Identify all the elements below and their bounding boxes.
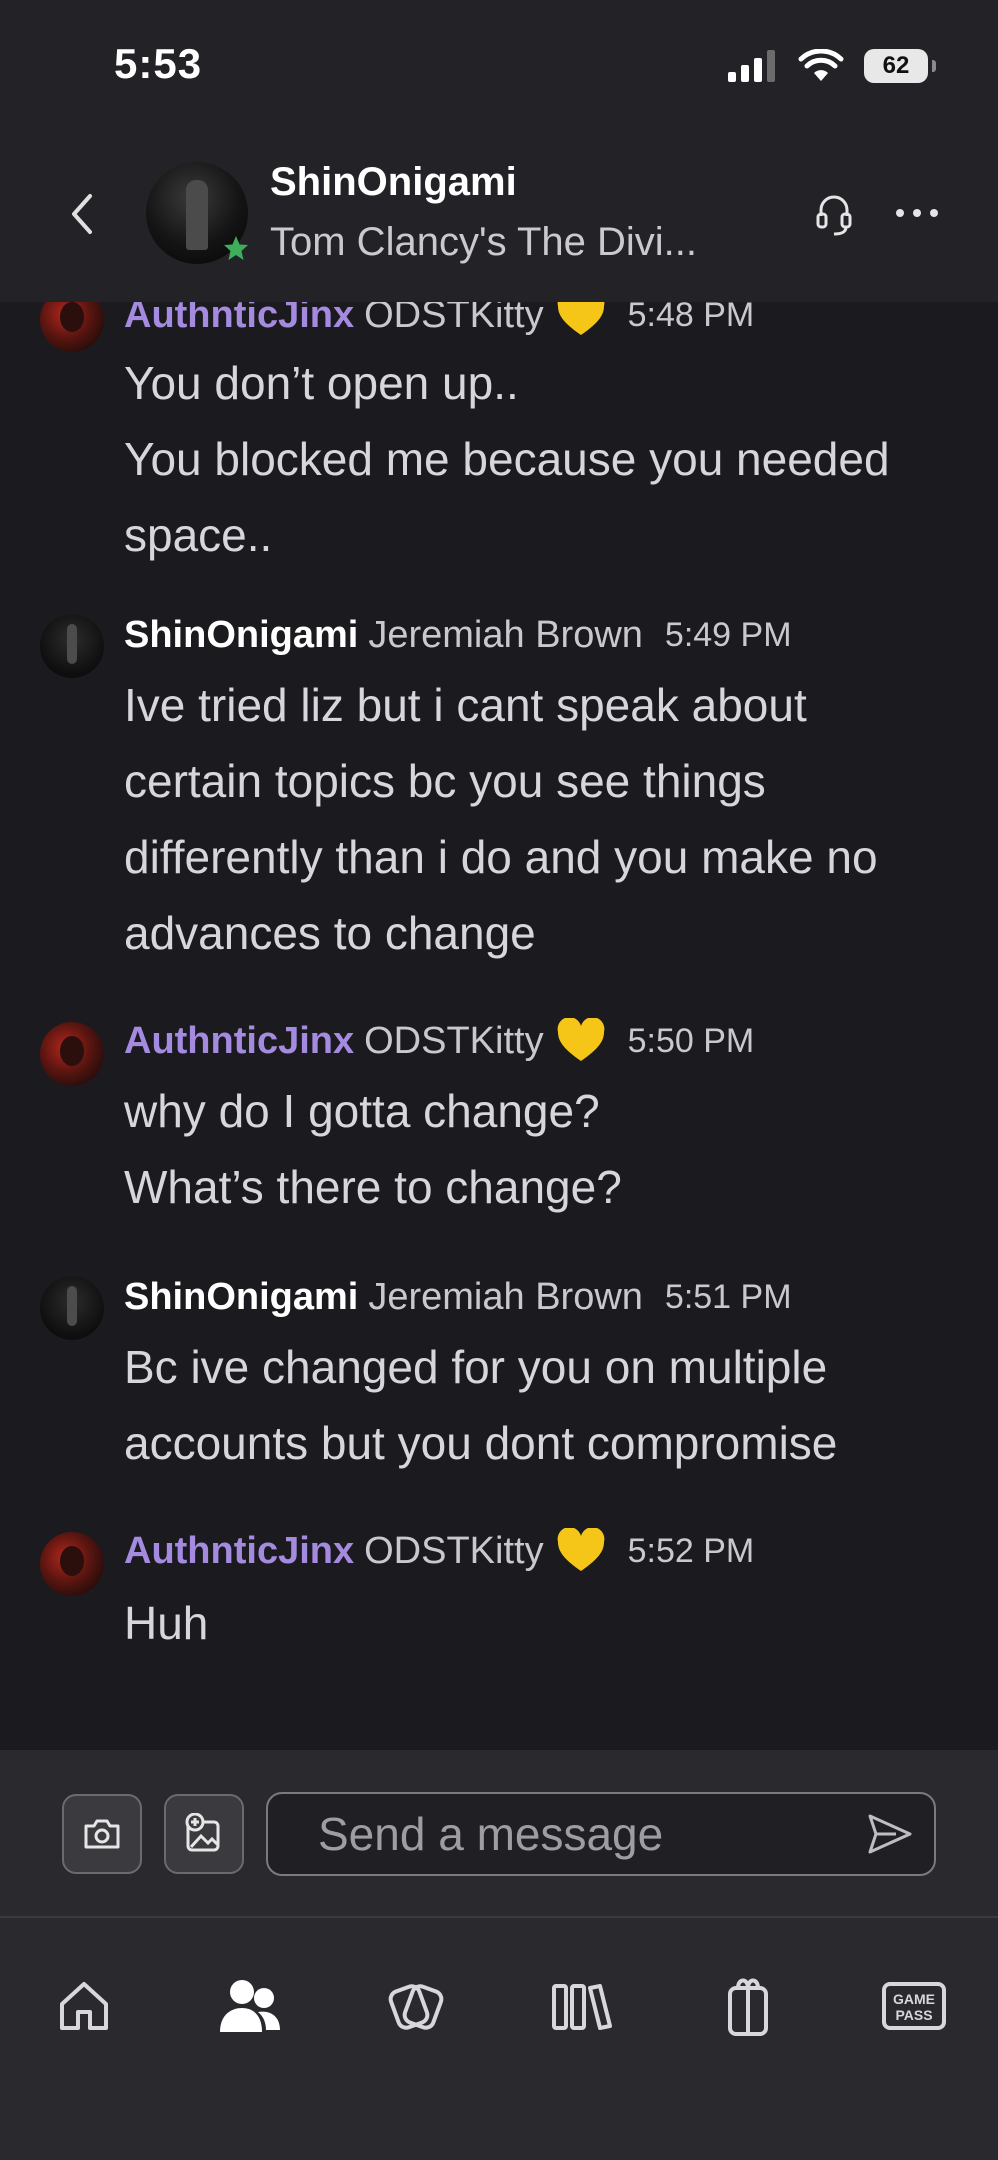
- yellow-heart-icon: [557, 1018, 604, 1061]
- sender-gamertag[interactable]: AuthnticJinx: [124, 302, 354, 337]
- message-text: You blocked me because you needed: [124, 433, 890, 485]
- message-header: ShinOnigami Jeremiah Brown 5:51 PM: [124, 1276, 792, 1319]
- message-time: 5:52 PM: [627, 1531, 755, 1570]
- store-icon: [388, 1984, 444, 2030]
- gift-icon: [728, 1978, 768, 2036]
- message-text: differently than i do and you make no: [124, 831, 878, 883]
- battery-indicator: 62: [864, 49, 936, 83]
- nav-friends[interactable]: [214, 1970, 286, 2042]
- message-time: 5:51 PM: [664, 1278, 792, 1316]
- yellow-heart-icon: [557, 302, 604, 335]
- message-composer: [0, 1750, 998, 1916]
- message-time: 5:50 PM: [627, 1021, 755, 1060]
- sender-gamertag[interactable]: AuthnticJinx: [124, 1530, 354, 1573]
- send-icon[interactable]: [866, 1812, 914, 1856]
- message-header: ShinOnigami Jeremiah Brown 5:49 PM: [124, 614, 792, 657]
- sender-realname: Jeremiah Brown: [368, 614, 643, 656]
- message-time: 5:49 PM: [664, 616, 792, 654]
- wifi-icon: [798, 49, 844, 81]
- sender-gamertag[interactable]: ShinOnigami: [124, 1276, 358, 1319]
- nav-library[interactable]: [546, 1970, 618, 2042]
- message-text: advances to change: [124, 907, 536, 959]
- bottom-nav: GAME PASS: [0, 1918, 998, 2160]
- message-text: space..: [124, 509, 273, 561]
- message-input[interactable]: [266, 1792, 936, 1876]
- svg-text:GAME: GAME: [893, 1991, 935, 2007]
- conversation-title[interactable]: ShinOnigami: [270, 160, 517, 205]
- sender-avatar[interactable]: [40, 1532, 104, 1596]
- sender-gamertag[interactable]: ShinOnigami: [124, 614, 358, 657]
- message-text: You don’t open up..: [124, 357, 519, 409]
- online-presence-icon: [224, 236, 248, 260]
- message-header: AuthnticJinx ODSTKitty 5:52 PM: [124, 1528, 754, 1574]
- nav-store[interactable]: [380, 1970, 452, 2042]
- nav-gamepass[interactable]: GAME PASS: [878, 1970, 950, 2042]
- conversation-status: Tom Clancy's The Divi...: [270, 220, 698, 264]
- back-chevron-icon[interactable]: [64, 188, 100, 240]
- message-text: accounts but you dont compromise: [124, 1417, 838, 1469]
- message-header: AuthnticJinx ODSTKitty 5:48 PM: [124, 302, 754, 338]
- message-text: Ive tried liz but i cant speak about: [124, 679, 807, 731]
- home-icon: [60, 1982, 108, 2030]
- sender-avatar[interactable]: [40, 1022, 104, 1086]
- more-icon: [896, 209, 904, 217]
- svg-text:PASS: PASS: [895, 2007, 932, 2023]
- message-list[interactable]: AuthnticJinx ODSTKitty 5:48 PM You don’t…: [0, 302, 998, 1750]
- camera-icon: [84, 1819, 120, 1849]
- status-icons: 62: [728, 46, 936, 86]
- nav-gifts[interactable]: [712, 1970, 784, 2042]
- friends-icon: [220, 1980, 280, 2032]
- cellular-signal-icon: [728, 50, 775, 82]
- message-text: certain topics bc you see things: [124, 755, 766, 807]
- message-time: 5:48 PM: [627, 302, 755, 334]
- add-image-icon: [185, 1813, 220, 1852]
- nav-home[interactable]: [48, 1970, 120, 2042]
- message-text: Huh: [124, 1597, 209, 1649]
- more-options-button[interactable]: [896, 196, 938, 230]
- sender-avatar[interactable]: [40, 1276, 104, 1340]
- message-text: Bc ive changed for you on multiple: [124, 1341, 828, 1393]
- message-header: AuthnticJinx ODSTKitty 5:50 PM: [124, 1018, 754, 1064]
- add-image-button[interactable]: [164, 1794, 244, 1874]
- sender-avatar[interactable]: [40, 614, 104, 678]
- sender-realname: ODSTKitty: [364, 1529, 544, 1572]
- sender-realname: ODSTKitty: [364, 1019, 544, 1062]
- status-time: 5:53: [114, 40, 203, 87]
- yellow-heart-icon: [557, 1528, 604, 1571]
- sender-gamertag[interactable]: AuthnticJinx: [124, 1020, 354, 1063]
- sender-realname: Jeremiah Brown: [368, 1276, 643, 1318]
- gamepass-icon: GAME PASS: [882, 1982, 946, 2030]
- library-icon: [552, 1984, 612, 2030]
- message-text: why do I gotta change?: [124, 1085, 600, 1137]
- camera-button[interactable]: [62, 1794, 142, 1874]
- sender-avatar[interactable]: [40, 302, 104, 352]
- headset-icon[interactable]: [814, 190, 854, 238]
- message-text: What’s there to change?: [124, 1161, 622, 1213]
- top-bar: 5:53 62 ShinOnigami Tom Clancy's The Div…: [0, 0, 998, 302]
- sender-realname: ODSTKitty: [364, 302, 544, 336]
